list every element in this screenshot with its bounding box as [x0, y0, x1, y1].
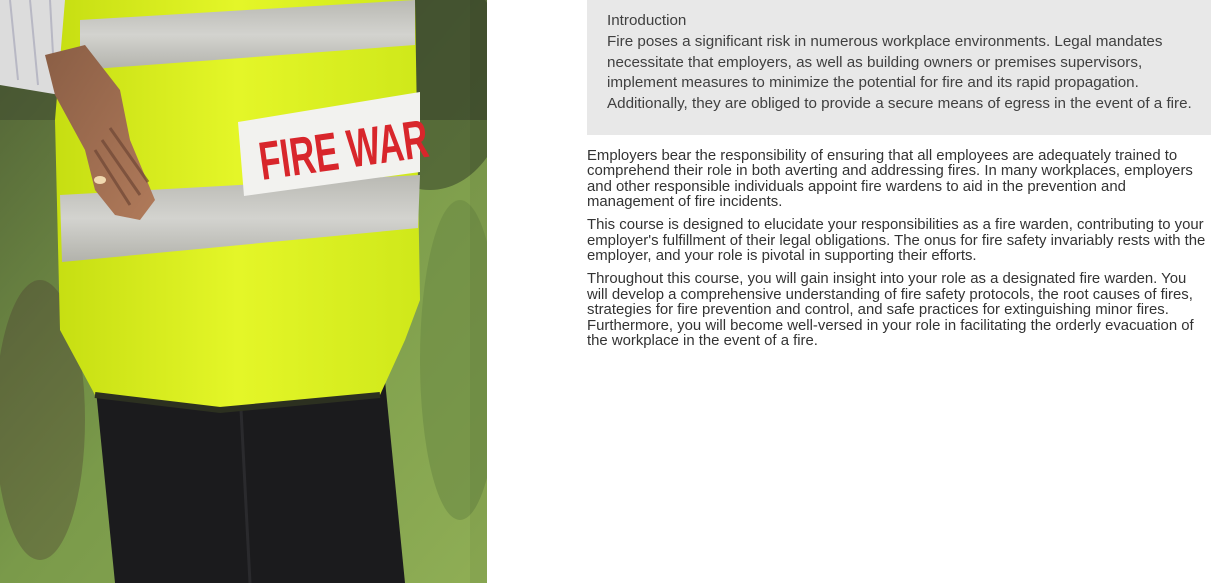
introduction-text: Fire poses a significant risk in numerou… — [607, 32, 1192, 113]
body-paragraph: Throughout this course, you will gain in… — [587, 271, 1194, 350]
introduction-panel: Introduction Fire poses a significant ri… — [587, 0, 1211, 135]
lesson-page: FIRE WAR Introduction Fire poses a signi… — [0, 0, 1211, 583]
body-paragraph: Employers bear the responsibility of ens… — [587, 147, 1193, 211]
fire-warden-vest-photo: FIRE WAR — [0, 0, 487, 583]
lesson-body: Employers bear the responsibility of ens… — [587, 135, 1211, 350]
lesson-content: Introduction Fire poses a significant ri… — [587, 0, 1211, 357]
introduction-heading: Introduction — [607, 12, 687, 29]
body-paragraph: This course is designed to elucidate you… — [587, 217, 1206, 265]
